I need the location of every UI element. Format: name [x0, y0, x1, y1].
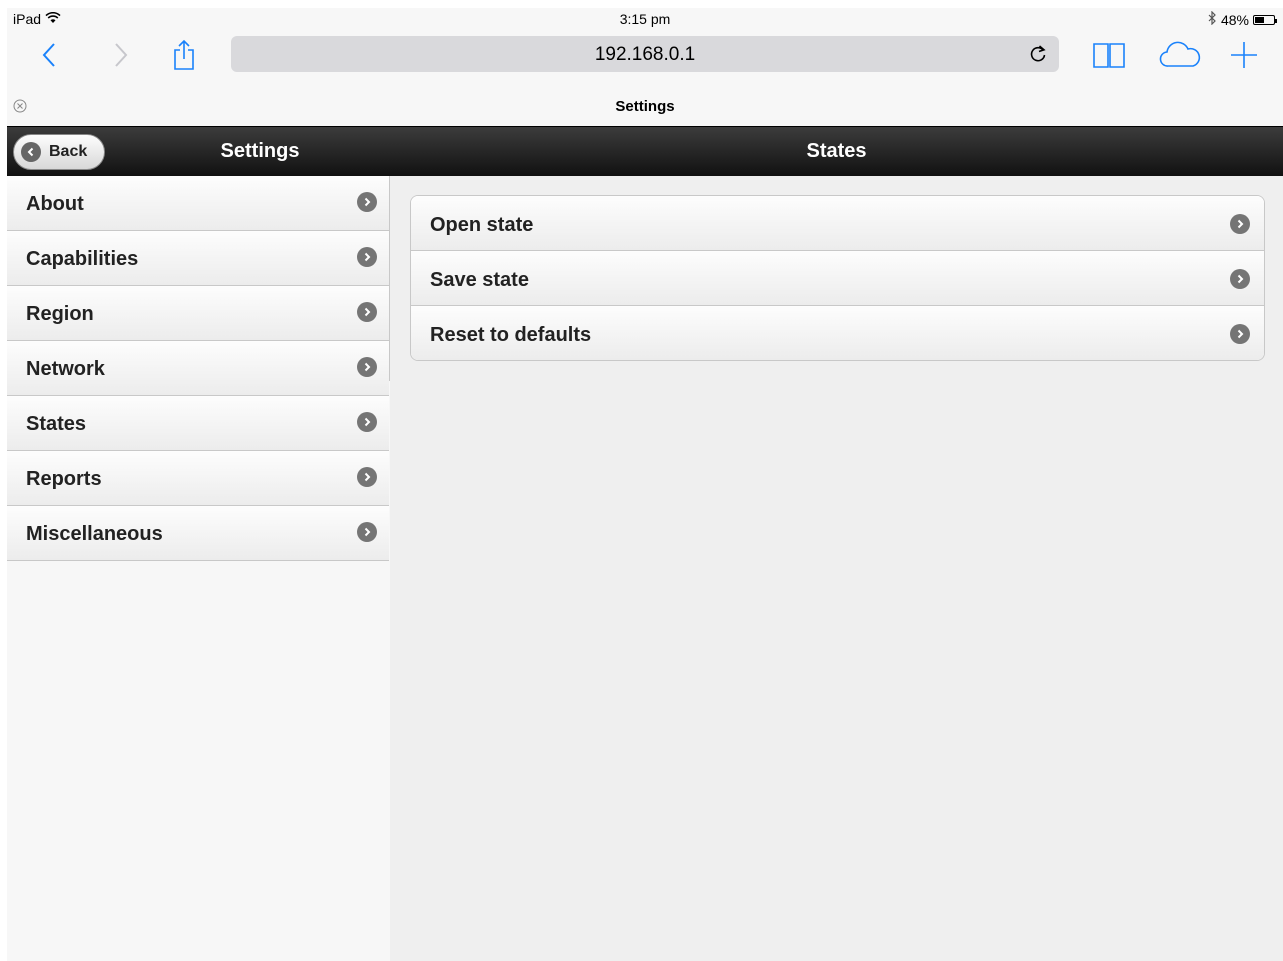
- sidebar-item-label: Region: [26, 303, 94, 325]
- chevron-right-icon: [1230, 324, 1250, 344]
- screen: iPad 3:15 pm 48% 192.168.0.1 Settings Ba…: [7, 8, 1283, 961]
- chevron-right-icon: [357, 302, 377, 322]
- chevron-right-icon: [357, 357, 377, 377]
- sidebar-item-states[interactable]: States: [7, 396, 389, 451]
- chevron-right-icon: [357, 522, 377, 542]
- address-bar[interactable]: 192.168.0.1: [231, 36, 1059, 72]
- sidebar-title: Settings: [220, 140, 300, 162]
- battery-percent: 48%: [1220, 11, 1249, 28]
- back-arrow-icon[interactable]: [37, 38, 61, 72]
- back-button[interactable]: Back: [13, 134, 105, 170]
- page-title: States: [806, 140, 867, 162]
- list-item-label: Reset to defaults: [430, 324, 592, 346]
- chevron-right-icon: [357, 247, 377, 267]
- bookmarks-icon[interactable]: [1092, 38, 1126, 72]
- chevron-right-icon: [357, 412, 377, 432]
- chevron-left-icon: [21, 142, 41, 162]
- bluetooth-icon: [1207, 10, 1217, 28]
- chevron-right-icon: [357, 192, 377, 212]
- chevron-right-icon: [357, 467, 377, 487]
- sidebar-item-about[interactable]: About: [7, 176, 389, 231]
- sidebar-nav: About Capabilities Region Network States…: [7, 176, 389, 561]
- chevron-right-icon: [1230, 214, 1250, 234]
- url-text: 192.168.0.1: [594, 44, 696, 65]
- sidebar-item-capabilities[interactable]: Capabilities: [7, 231, 389, 286]
- sidebar-item-label: About: [26, 193, 84, 215]
- cloud-tabs-icon[interactable]: [1157, 38, 1203, 72]
- open-state-item[interactable]: Open state: [411, 196, 1264, 251]
- tab-title[interactable]: Settings: [7, 98, 1283, 115]
- sidebar-item-label: Miscellaneous: [26, 523, 163, 545]
- sidebar-item-miscellaneous[interactable]: Miscellaneous: [7, 506, 389, 561]
- chevron-right-icon: [1230, 269, 1250, 289]
- share-icon[interactable]: [170, 38, 198, 72]
- sidebar-item-label: Reports: [26, 468, 102, 490]
- main-content: Open state Save state Reset to defaults: [390, 176, 1283, 961]
- sidebar-item-label: Network: [26, 358, 105, 380]
- sidebar-item-label: Capabilities: [26, 248, 139, 270]
- app-header: Back Settings States: [7, 126, 1283, 176]
- reset-defaults-item[interactable]: Reset to defaults: [411, 306, 1264, 360]
- browser-toolbar: 192.168.0.1: [7, 30, 1283, 80]
- save-state-item[interactable]: Save state: [411, 251, 1264, 306]
- sidebar-item-reports[interactable]: Reports: [7, 451, 389, 506]
- sidebar-item-network[interactable]: Network: [7, 341, 389, 396]
- forward-arrow-icon[interactable]: [109, 38, 133, 72]
- new-tab-icon[interactable]: [1229, 38, 1259, 72]
- list-item-label: Save state: [430, 269, 529, 291]
- reload-icon[interactable]: [1027, 43, 1049, 65]
- list-item-label: Open state: [430, 214, 534, 236]
- states-list: Open state Save state Reset to defaults: [410, 195, 1265, 361]
- back-button-label: Back: [49, 143, 88, 160]
- status-bar: iPad 3:15 pm 48%: [7, 8, 1283, 30]
- battery-icon: [1253, 14, 1277, 25]
- status-time: 3:15 pm: [619, 11, 671, 27]
- status-right: 48%: [1207, 10, 1277, 28]
- tab-strip: Settings: [7, 94, 1283, 126]
- sidebar-item-region[interactable]: Region: [7, 286, 389, 341]
- sidebar-item-label: States: [26, 413, 87, 435]
